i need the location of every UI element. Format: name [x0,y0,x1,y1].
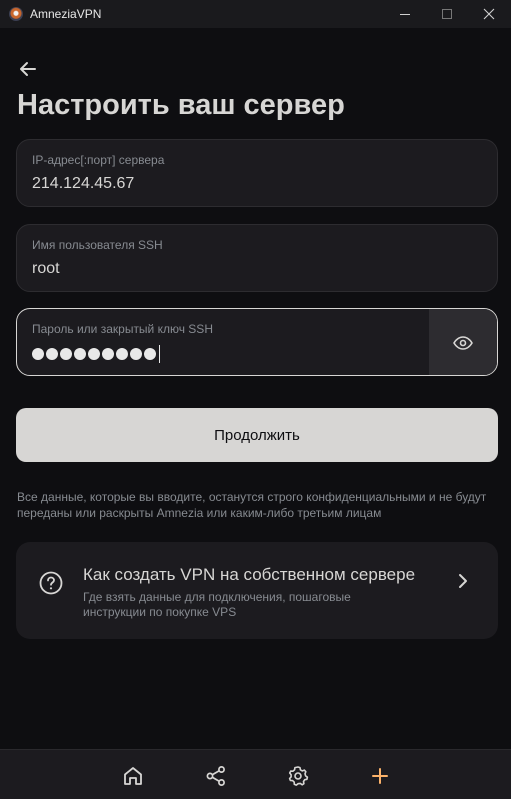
password-dot [102,348,114,360]
server-ip-label: IP-адрес[:порт] сервера [32,153,165,167]
password-dot [46,348,58,360]
chevron-right-icon [459,574,467,588]
password-dot [32,348,44,360]
nav-settings-button[interactable] [285,763,311,789]
close-icon [483,8,495,20]
app-logo-icon [9,7,23,21]
home-icon [124,767,142,785]
password-dot [144,348,156,360]
password-dot [130,348,142,360]
ssh-password-label: Пароль или закрытый ключ SSH [32,322,213,336]
minimize-button[interactable] [382,0,428,28]
password-dot [88,348,100,360]
password-dot [60,348,72,360]
ssh-password-field[interactable]: Пароль или закрытый ключ SSH [16,308,498,376]
help-card[interactable]: Как создать VPN на собственном сервере Г… [16,542,498,639]
server-ip-input[interactable]: 214.124.45.67 [32,175,134,193]
close-button[interactable] [466,0,511,28]
help-description: Где взять данные для подключения, пошаго… [83,590,351,619]
privacy-note: Все данные, которые вы вводите, останутс… [17,490,487,520]
password-dot [116,348,128,360]
nav-add-server-button[interactable] [367,763,393,789]
text-caret [159,345,160,363]
maximize-icon [442,9,452,19]
minimize-icon [400,13,410,15]
eye-icon [453,336,473,350]
help-title: Как создать VPN на собственном сервере [83,565,416,584]
question-icon [39,571,63,595]
continue-button[interactable]: Продолжить [16,408,498,462]
password-dot [74,348,86,360]
server-ip-field[interactable]: IP-адрес[:порт] сервера 214.124.45.67 [16,139,498,207]
page-title: Настроить ваш сервер [17,89,345,121]
title-bar: AmneziaVPN [0,0,511,28]
ssh-username-label: Имя пользователя SSH [32,238,163,252]
gear-icon [288,766,309,786]
share-icon [206,766,225,786]
nav-home-button[interactable] [120,763,146,789]
ssh-password-input[interactable] [32,345,160,363]
plus-icon [372,768,388,784]
ssh-username-input[interactable]: root [32,260,60,278]
window-title: AmneziaVPN [30,7,102,21]
ssh-username-field[interactable]: Имя пользователя SSH root [16,224,498,292]
back-button[interactable] [14,55,42,83]
show-password-button[interactable] [429,309,497,375]
maximize-button[interactable] [424,0,470,28]
bottom-nav [0,749,511,799]
nav-share-button[interactable] [203,763,229,789]
arrow-left-icon [20,62,36,76]
